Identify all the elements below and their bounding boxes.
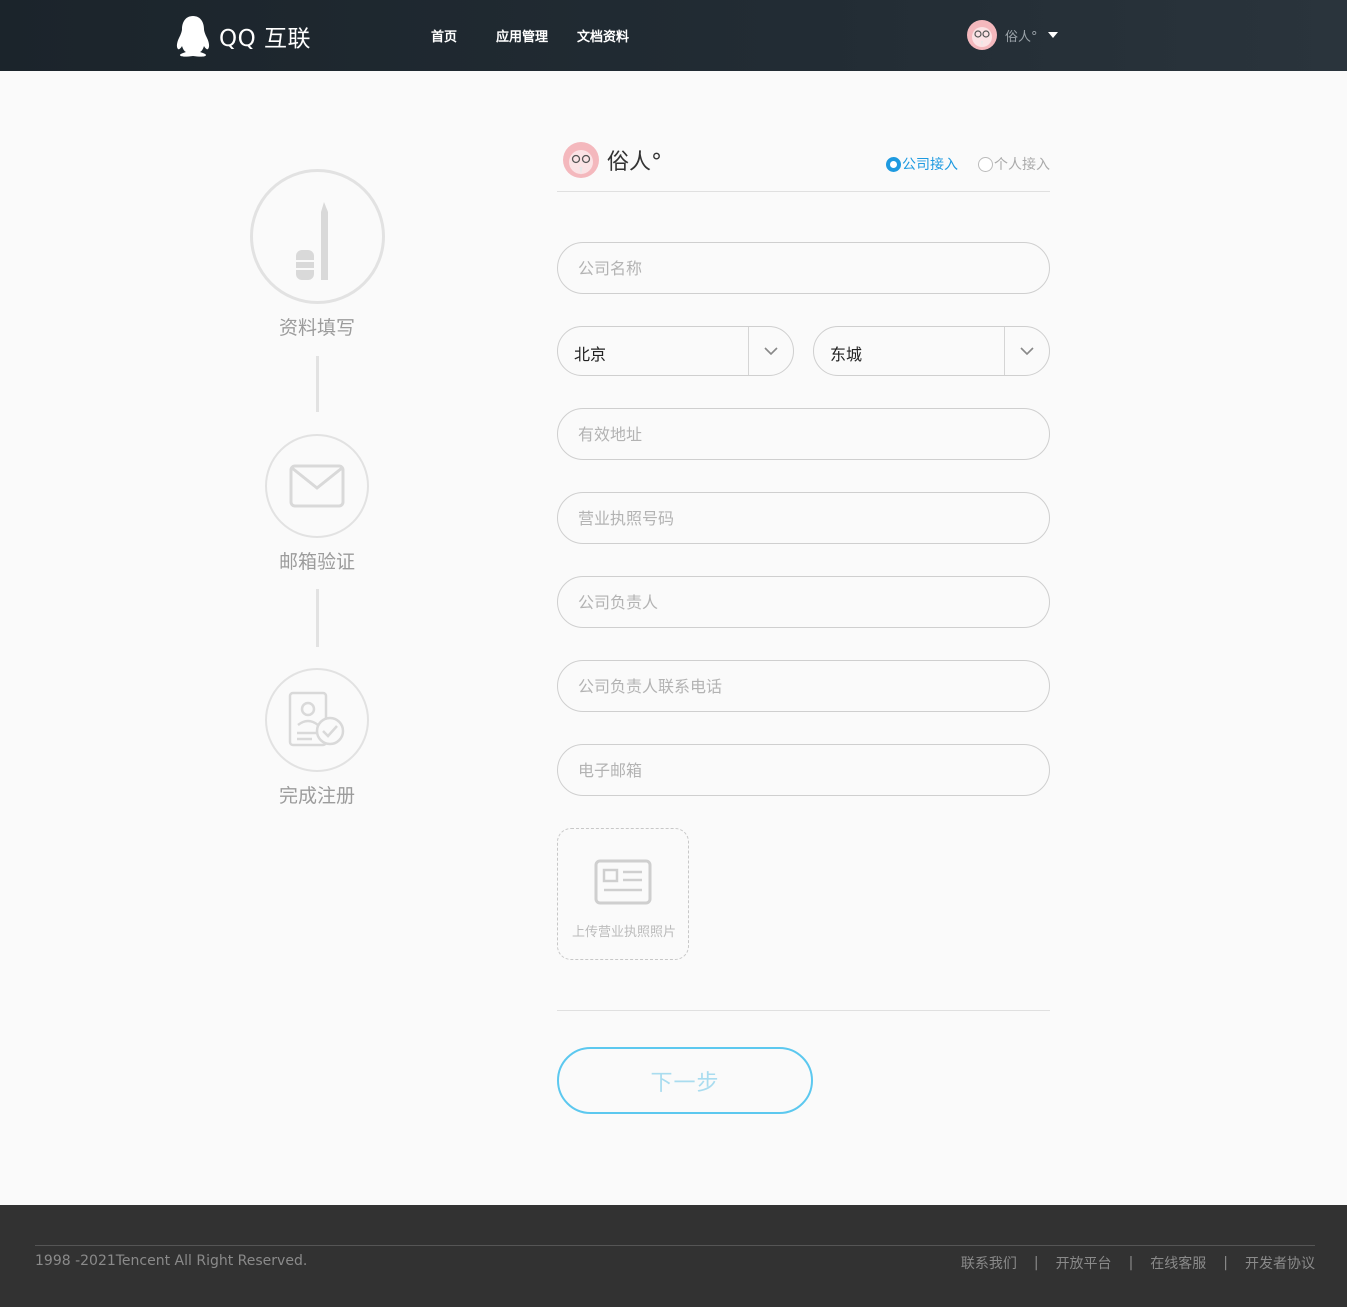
nav-app-management[interactable]: 应用管理 [496, 26, 548, 45]
principal-field [557, 576, 1050, 628]
select-divider [1004, 327, 1005, 375]
email-input[interactable] [558, 745, 1049, 795]
step-3-circle [265, 668, 369, 772]
caret-down-icon [1047, 32, 1058, 38]
upload-label: 上传营业执照照片 [571, 925, 676, 940]
footer-separator: | [1128, 1255, 1134, 1271]
user-menu[interactable]: 俗人° [967, 20, 1058, 50]
footer-link-online-service[interactable]: 在线客服 [1150, 1253, 1206, 1273]
province-value: 北京 [574, 345, 607, 364]
form-user-name: 俗人° [607, 150, 663, 175]
nav-documents[interactable]: 文档资料 [577, 26, 629, 45]
radio-selected-icon [886, 156, 901, 172]
pen-icon [295, 201, 328, 280]
envelope-icon [289, 464, 345, 508]
footer-link-developer-agreement[interactable]: 开发者协议 [1245, 1253, 1315, 1273]
footer-link-contact[interactable]: 联系我们 [961, 1253, 1017, 1273]
header-user-name: 俗人° [1005, 29, 1038, 45]
select-divider [748, 327, 749, 375]
form-divider [557, 1010, 1050, 1011]
avatar [967, 20, 997, 50]
address-field [557, 408, 1050, 460]
footer-links: 联系我们 | 开放平台 | 在线客服 | 开发者协议 [961, 1253, 1315, 1273]
radio-company-access[interactable]: 公司接入 [886, 154, 958, 174]
radio-unselected-icon [978, 156, 993, 172]
principal-input[interactable] [558, 577, 1049, 627]
footer-separator: | [1223, 1255, 1228, 1271]
footer-link-open-platform[interactable]: 开放平台 [1056, 1253, 1112, 1273]
id-card-check-icon [288, 691, 345, 747]
company-name-field [557, 242, 1050, 294]
copyright-text: 1998 -2021Tencent All Right Reserved. [35, 1253, 308, 1269]
company-name-input[interactable] [558, 243, 1049, 293]
nav-home[interactable]: 首页 [431, 26, 457, 45]
penguin-icon [176, 16, 210, 57]
step-connector-1 [316, 356, 319, 412]
footer-separator: | [1033, 1255, 1039, 1271]
step-2-circle [265, 434, 369, 538]
district-select[interactable]: 东城 [813, 326, 1050, 376]
form-header: 俗人° 公司接入 个人接入 [557, 140, 1050, 192]
logo-text: QQ 互联 [219, 26, 312, 52]
principal-phone-input[interactable] [558, 661, 1049, 711]
province-select[interactable]: 北京 [557, 326, 794, 376]
license-number-field [557, 492, 1050, 544]
license-card-icon [594, 859, 652, 905]
top-header: QQ 互联 首页 应用管理 文档资料 俗人° [0, 0, 1347, 71]
district-value: 东城 [830, 345, 863, 364]
qq-logo[interactable]: QQ 互联 [175, 14, 311, 58]
step-2-label: 邮箱验证 [278, 551, 355, 573]
avatar [563, 142, 599, 178]
chevron-down-icon [1020, 347, 1034, 356]
chevron-down-icon [764, 347, 778, 356]
next-step-button[interactable]: 下一步 [557, 1047, 813, 1114]
email-field [557, 744, 1050, 796]
footer-divider [35, 1245, 1315, 1246]
step-1-label: 资料填写 [278, 317, 355, 339]
form-user: 俗人° [563, 142, 662, 178]
address-input[interactable] [558, 409, 1049, 459]
upload-license-button[interactable]: 上传营业执照照片 [557, 828, 689, 960]
step-1-circle [250, 169, 385, 304]
page-footer: 1998 -2021Tencent All Right Reserved. 联系… [0, 1205, 1347, 1307]
radio-personal-access[interactable]: 个人接入 [978, 154, 1050, 174]
access-type-group: 公司接入 个人接入 [886, 154, 1050, 174]
step-3-label: 完成注册 [278, 785, 355, 807]
license-number-input[interactable] [558, 493, 1049, 543]
principal-phone-field [557, 660, 1050, 712]
step-connector-2 [316, 589, 319, 647]
